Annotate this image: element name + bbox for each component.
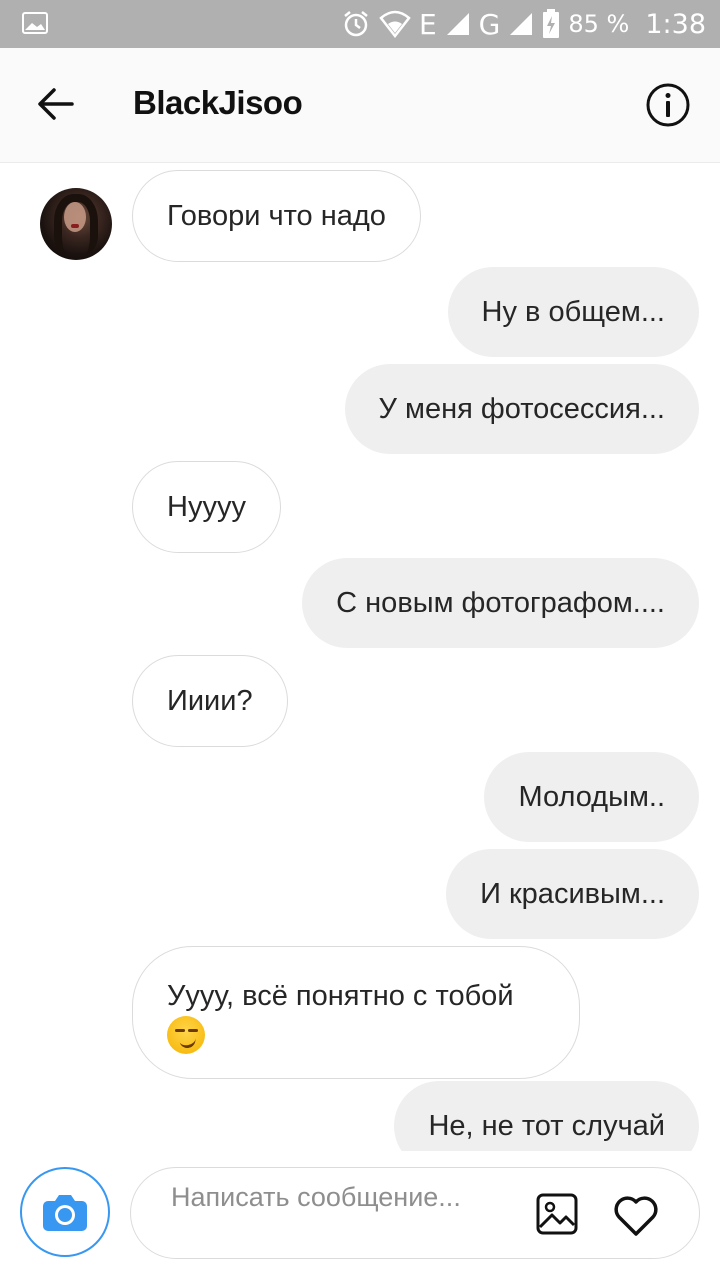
message-bubble-outgoing[interactable]: И красивым...: [446, 849, 699, 939]
network-g-label: G: [478, 7, 501, 41]
message-input[interactable]: Написать сообщение...: [130, 1167, 700, 1259]
message-bubble-outgoing[interactable]: Ну в общем...: [447, 267, 699, 357]
camera-icon: [43, 1195, 87, 1231]
camera-button[interactable]: [20, 1167, 110, 1257]
heart-icon[interactable]: [611, 1192, 661, 1238]
message-input-placeholder: Написать сообщение...: [171, 1182, 461, 1212]
message-bubble-incoming[interactable]: Нуууу: [132, 461, 281, 553]
status-bar: E G 85 % 1:38: [0, 0, 720, 48]
avatar[interactable]: [40, 188, 112, 260]
alarm-icon: [344, 11, 368, 37]
message-bubble-incoming[interactable]: Уууу, всё понятно с тобой: [132, 946, 580, 1080]
battery-level: 85 %: [568, 10, 630, 38]
message-list[interactable]: Говори что надо Ну в общем... У меня фот…: [0, 163, 720, 1151]
signal-icon: [510, 13, 533, 35]
message-composer: Написать сообщение...: [0, 1151, 720, 1280]
battery-icon: [543, 9, 560, 38]
gallery-icon[interactable]: [536, 1193, 578, 1235]
conversation-title[interactable]: BlackJisoo: [133, 84, 303, 122]
message-bubble-outgoing[interactable]: Не, не тот случай: [394, 1081, 699, 1151]
image-icon: [22, 12, 48, 34]
message-bubble-incoming[interactable]: Говори что надо: [132, 170, 421, 262]
chat-header: BlackJisoo: [0, 48, 720, 163]
message-bubble-outgoing[interactable]: С новым фотографом....: [302, 558, 699, 648]
message-bubble-outgoing[interactable]: Молодым..: [484, 752, 699, 842]
clock: 1:38: [645, 8, 706, 40]
message-text: Уууу, всё понятно с тобой: [167, 980, 514, 1012]
status-right: E G 85 % 1:38: [341, 0, 706, 48]
smirk-emoji-icon: [167, 1016, 205, 1055]
wifi-icon: [379, 10, 411, 38]
signal-icon: [446, 13, 469, 35]
screen: E G 85 % 1:38 BlackJisoo Говори что надо…: [0, 0, 720, 1280]
info-icon[interactable]: [645, 82, 691, 128]
back-arrow-icon[interactable]: [36, 86, 76, 122]
message-bubble-outgoing[interactable]: У меня фотосессия...: [344, 364, 699, 454]
message-bubble-incoming[interactable]: Ииии?: [132, 655, 288, 747]
network-e-label: E: [418, 7, 437, 41]
